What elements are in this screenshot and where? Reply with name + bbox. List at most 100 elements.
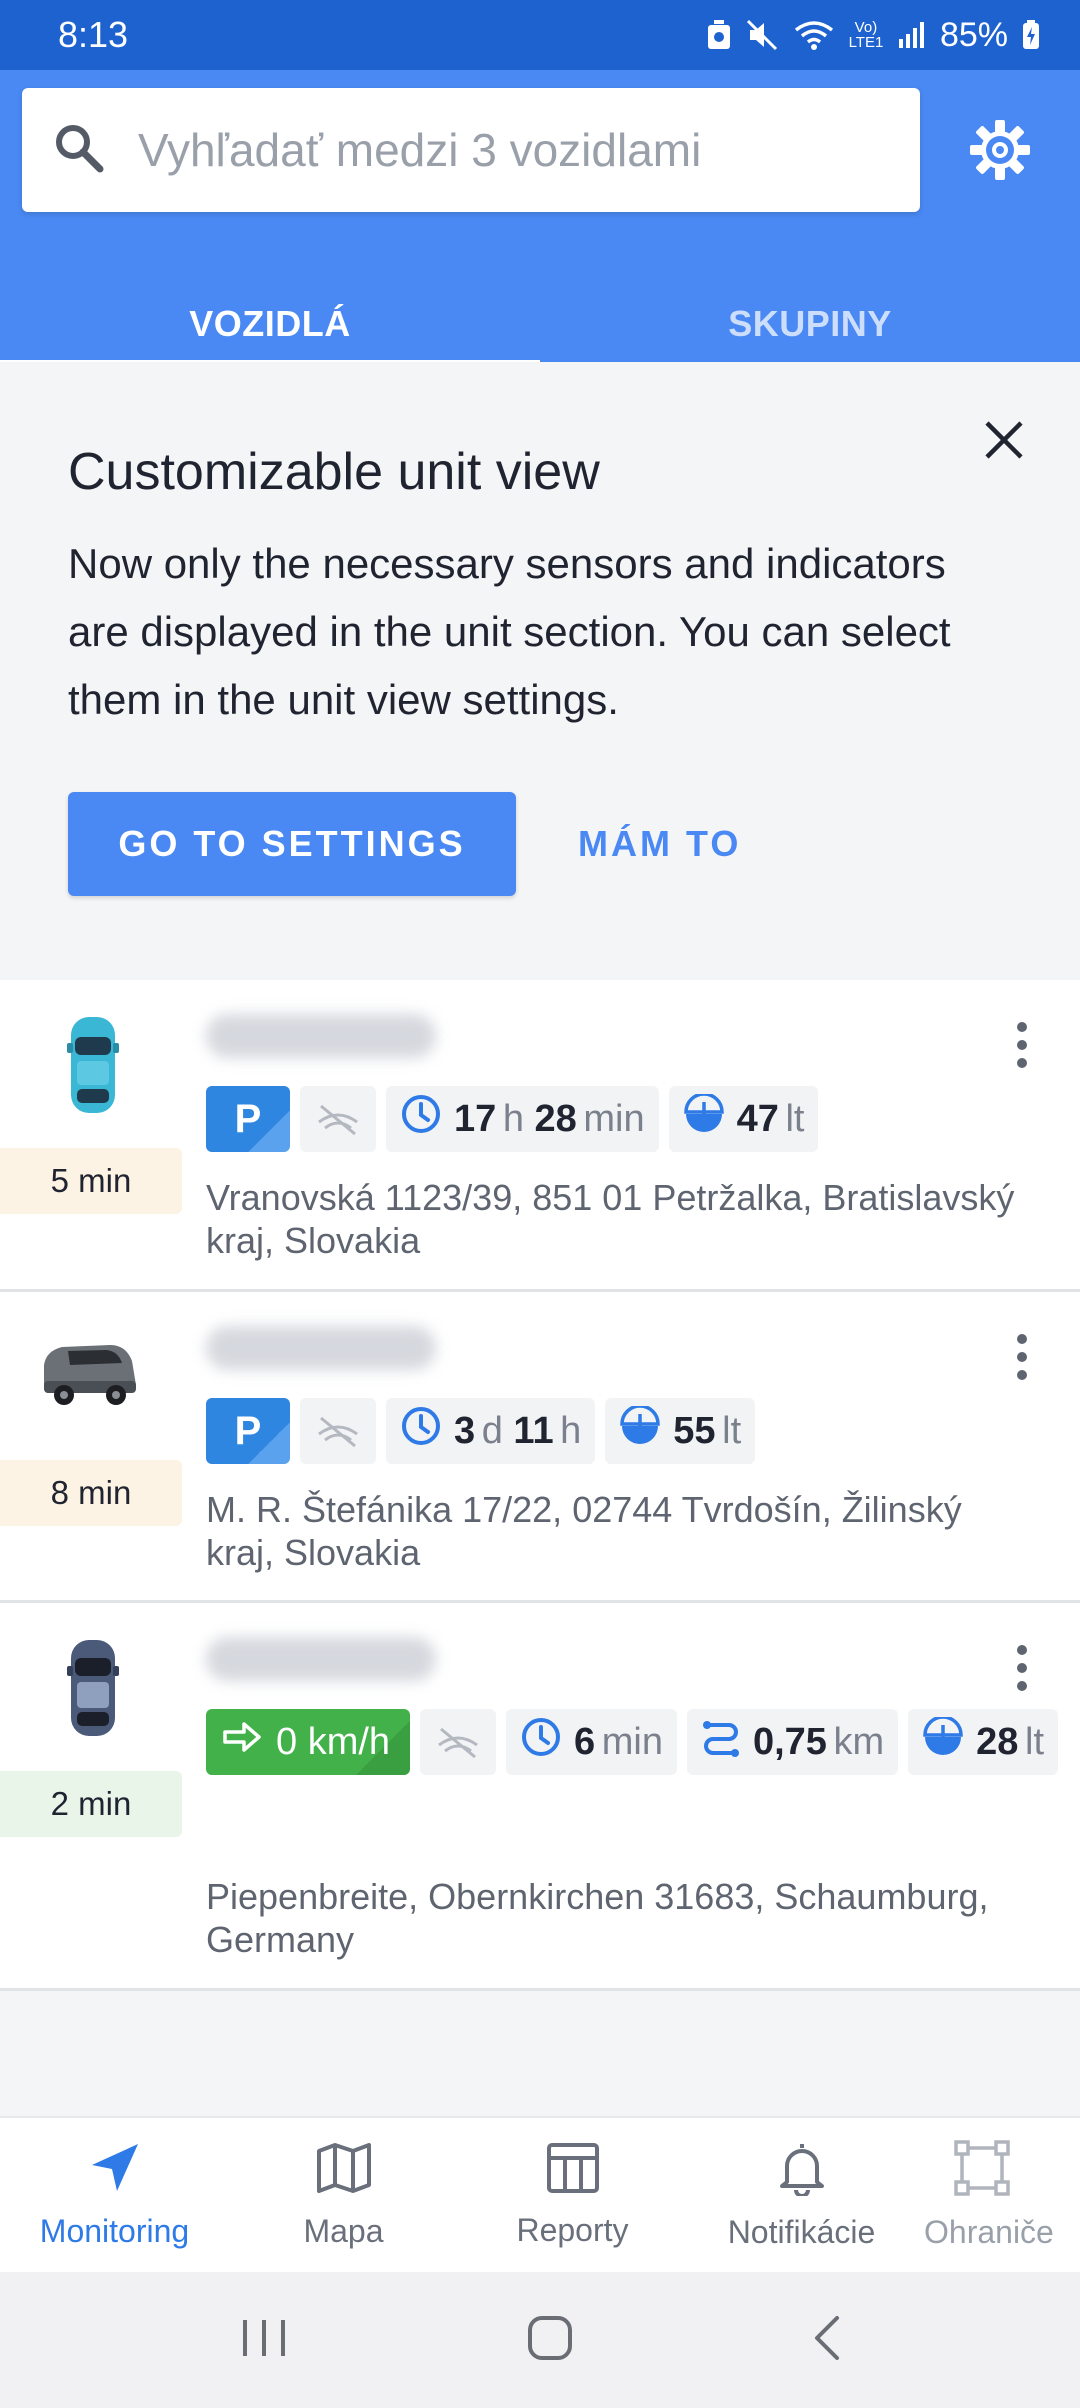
signal-icon	[898, 21, 926, 49]
fuel-tank-icon	[683, 1092, 725, 1144]
nav-monitoring[interactable]: Monitoring	[0, 2118, 229, 2272]
fuel-unit: lt	[1025, 1720, 1045, 1763]
settings-button[interactable]	[964, 116, 1036, 188]
close-icon	[984, 420, 1024, 465]
nav-monitoring-label: Monitoring	[39, 2212, 190, 2249]
unit-row[interactable]: 2 min 0 km/h 6 min 0,75 km 28 lt Piepenb…	[0, 1603, 1080, 1991]
unit-indicators: 0 km/h 6 min 0,75 km 28 lt	[206, 1709, 1066, 1775]
no-connection-icon	[300, 1086, 376, 1152]
home-button[interactable]	[527, 2315, 573, 2366]
fuel-value: 47	[736, 1097, 779, 1140]
fuel-value: 55	[673, 1409, 716, 1452]
fuel-value: 28	[976, 1720, 1019, 1763]
fuel-indicator: 55 lt	[605, 1398, 756, 1464]
unit-indicators: P 17 h 28 min 47 lt	[206, 1086, 1066, 1152]
parking-state-badge: P	[206, 1398, 290, 1464]
back-button[interactable]	[811, 2314, 841, 2367]
unit-menu-button[interactable]	[1000, 1324, 1044, 1394]
fuel-tank-icon	[922, 1715, 964, 1767]
geofence-icon	[924, 2139, 1010, 2204]
unit-row[interactable]: 8 min P 3 d 11 h 55 lt M. R. Štefánika 1…	[0, 1292, 1080, 1603]
duration-value-b: 28	[534, 1097, 577, 1140]
arrow-right-icon	[222, 1720, 262, 1764]
nav-reports[interactable]: Reporty	[458, 2118, 687, 2272]
map-icon	[316, 2141, 372, 2203]
last-update-badge: 2 min	[0, 1771, 182, 1837]
go-to-settings-button[interactable]: GO TO SETTINGS	[68, 792, 516, 896]
fuel-unit: lt	[785, 1097, 805, 1140]
nav-geofences[interactable]: Ohraniče	[916, 2118, 1080, 2272]
banner-close-button[interactable]	[976, 414, 1032, 470]
clock-icon	[400, 1405, 442, 1457]
duration-indicator: 6 min	[506, 1709, 677, 1775]
more-vertical-icon	[1016, 1333, 1028, 1386]
duration-indicator: 3 d 11 h	[386, 1398, 596, 1464]
wifi-icon	[794, 20, 834, 50]
banner-text: Now only the necessary sensors and indic…	[68, 540, 951, 723]
unit-menu-button[interactable]	[1000, 1635, 1044, 1705]
duration-value-a: 17	[454, 1097, 497, 1140]
van-icon	[40, 1320, 140, 1430]
banner-title: Customizable unit view	[68, 443, 600, 501]
search-input[interactable]	[138, 123, 898, 177]
mileage-indicator: 0,75 km	[686, 1709, 899, 1775]
more-vertical-icon	[1016, 1644, 1028, 1697]
nav-reports-label: Reporty	[516, 2211, 629, 2248]
navigation-arrow-icon	[88, 2141, 142, 2203]
car-top-icon	[48, 1010, 138, 1120]
duration-value-b: 11	[513, 1409, 554, 1452]
clock-icon	[400, 1093, 442, 1145]
route-icon	[701, 1717, 741, 1767]
unit-row[interactable]: 5 min P 17 h 28 min 47 lt Vranovská 1123…	[0, 980, 1080, 1292]
duration-unit-a: d	[481, 1409, 503, 1452]
info-banner: Customizable unit view Now only the nece…	[0, 362, 1080, 980]
unit-address: Piepenbreite, Obernkirchen 31683, Schaum…	[206, 1876, 989, 1960]
nav-notifications[interactable]: Notifikácie	[687, 2118, 916, 2272]
search-box[interactable]	[22, 88, 920, 212]
mute-icon	[746, 19, 780, 51]
no-connection-icon	[300, 1398, 376, 1464]
last-update-badge: 5 min	[0, 1148, 182, 1214]
unit-menu-button[interactable]	[1000, 1012, 1044, 1082]
unit-list: 5 min P 17 h 28 min 47 lt Vranovská 1123…	[0, 980, 1080, 1991]
tab-groups[interactable]: SKUPINY	[540, 286, 1080, 362]
alarm-icon	[706, 19, 732, 51]
duration-unit-b: h	[560, 1409, 582, 1452]
unit-name-redacted	[206, 1326, 436, 1370]
status-bar: 8:13 Vo) LTE1 85%	[0, 0, 1080, 70]
system-navigation-bar	[0, 2272, 1080, 2408]
duration-indicator: 17 h 28 min	[386, 1086, 659, 1152]
duration-unit-b: min	[583, 1097, 645, 1140]
mileage-unit: km	[833, 1720, 885, 1763]
duration-value-a: 3	[454, 1409, 476, 1452]
unit-address: M. R. Štefánika 17/22, 02744 Tvrdošín, Ž…	[206, 1489, 962, 1573]
unit-indicators: P 3 d 11 h 55 lt	[206, 1398, 1066, 1464]
speed-value: 0 km/h	[276, 1720, 391, 1763]
search-icon	[52, 121, 106, 180]
duration-unit: min	[601, 1720, 663, 1763]
last-update-badge: 8 min	[0, 1460, 182, 1526]
bottom-navigation: Monitoring Mapa Reporty Notifikácie Ohra…	[0, 2116, 1080, 2272]
nav-map[interactable]: Mapa	[229, 2118, 458, 2272]
mileage-value: 0,75	[752, 1720, 827, 1763]
speed-badge: 0 km/h	[206, 1709, 411, 1775]
recent-apps-button[interactable]	[239, 2316, 289, 2365]
dismiss-button[interactable]: MÁM TO	[578, 792, 741, 896]
fuel-unit: lt	[722, 1409, 742, 1452]
fuel-indicator: 47 lt	[668, 1086, 819, 1152]
duration-value: 6	[574, 1720, 596, 1763]
battery-icon	[1022, 20, 1040, 50]
unit-name-redacted	[206, 1637, 436, 1681]
battery-level: 85%	[939, 15, 1008, 54]
car-top-dark-icon	[48, 1633, 138, 1743]
bell-icon	[777, 2140, 827, 2204]
tab-vehicles[interactable]: VOZIDLÁ	[0, 286, 540, 366]
nav-map-label: Mapa	[303, 2212, 384, 2249]
gear-icon	[968, 118, 1032, 187]
tab-bar: VOZIDLÁ SKUPINY	[0, 286, 1080, 366]
nav-notifications-label: Notifikácie	[727, 2213, 876, 2250]
duration-unit-a: h	[502, 1097, 524, 1140]
fuel-tank-icon	[619, 1404, 661, 1456]
status-time: 8:13	[58, 14, 129, 55]
unit-address: Vranovská 1123/39, 851 01 Petržalka, Bra…	[206, 1177, 1015, 1261]
